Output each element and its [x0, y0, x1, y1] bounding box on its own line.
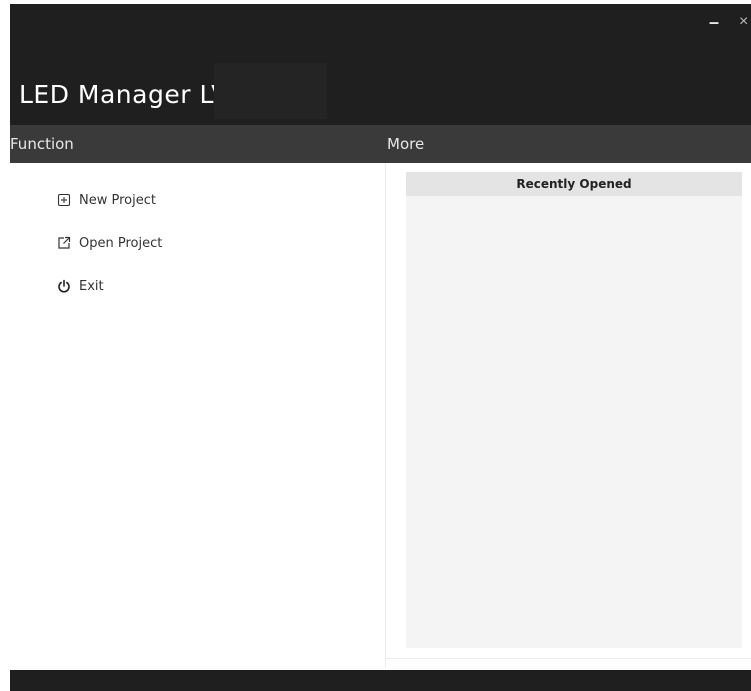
exit-button[interactable]: Exit	[57, 276, 104, 296]
panel-bottom-divider	[386, 658, 751, 659]
title-bar: LED Manager LV – ×	[10, 4, 751, 125]
section-header-bar: Function More	[10, 125, 751, 163]
pane-divider	[385, 163, 386, 668]
app-title: LED Manager LV	[19, 80, 229, 109]
more-section-label: More	[387, 135, 425, 153]
open-project-button[interactable]: Open Project	[57, 233, 162, 253]
exit-label: Exit	[79, 278, 104, 294]
recently-opened-panel: Recently Opened	[406, 172, 742, 648]
recently-opened-header: Recently Opened	[406, 172, 742, 196]
status-bar	[10, 670, 751, 691]
open-project-label: Open Project	[79, 235, 163, 251]
logo-area	[214, 63, 327, 119]
new-project-button[interactable]: New Project	[57, 190, 156, 210]
new-project-label: New Project	[79, 192, 156, 208]
external-link-icon	[57, 236, 71, 250]
plus-box-icon	[57, 193, 71, 207]
close-button[interactable]: ×	[739, 13, 748, 31]
app-window: LED Manager LV – × Function More New Pro…	[10, 4, 751, 691]
minimize-button[interactable]: –	[709, 12, 719, 33]
power-icon	[57, 279, 71, 293]
function-section-label: Function	[10, 135, 74, 153]
